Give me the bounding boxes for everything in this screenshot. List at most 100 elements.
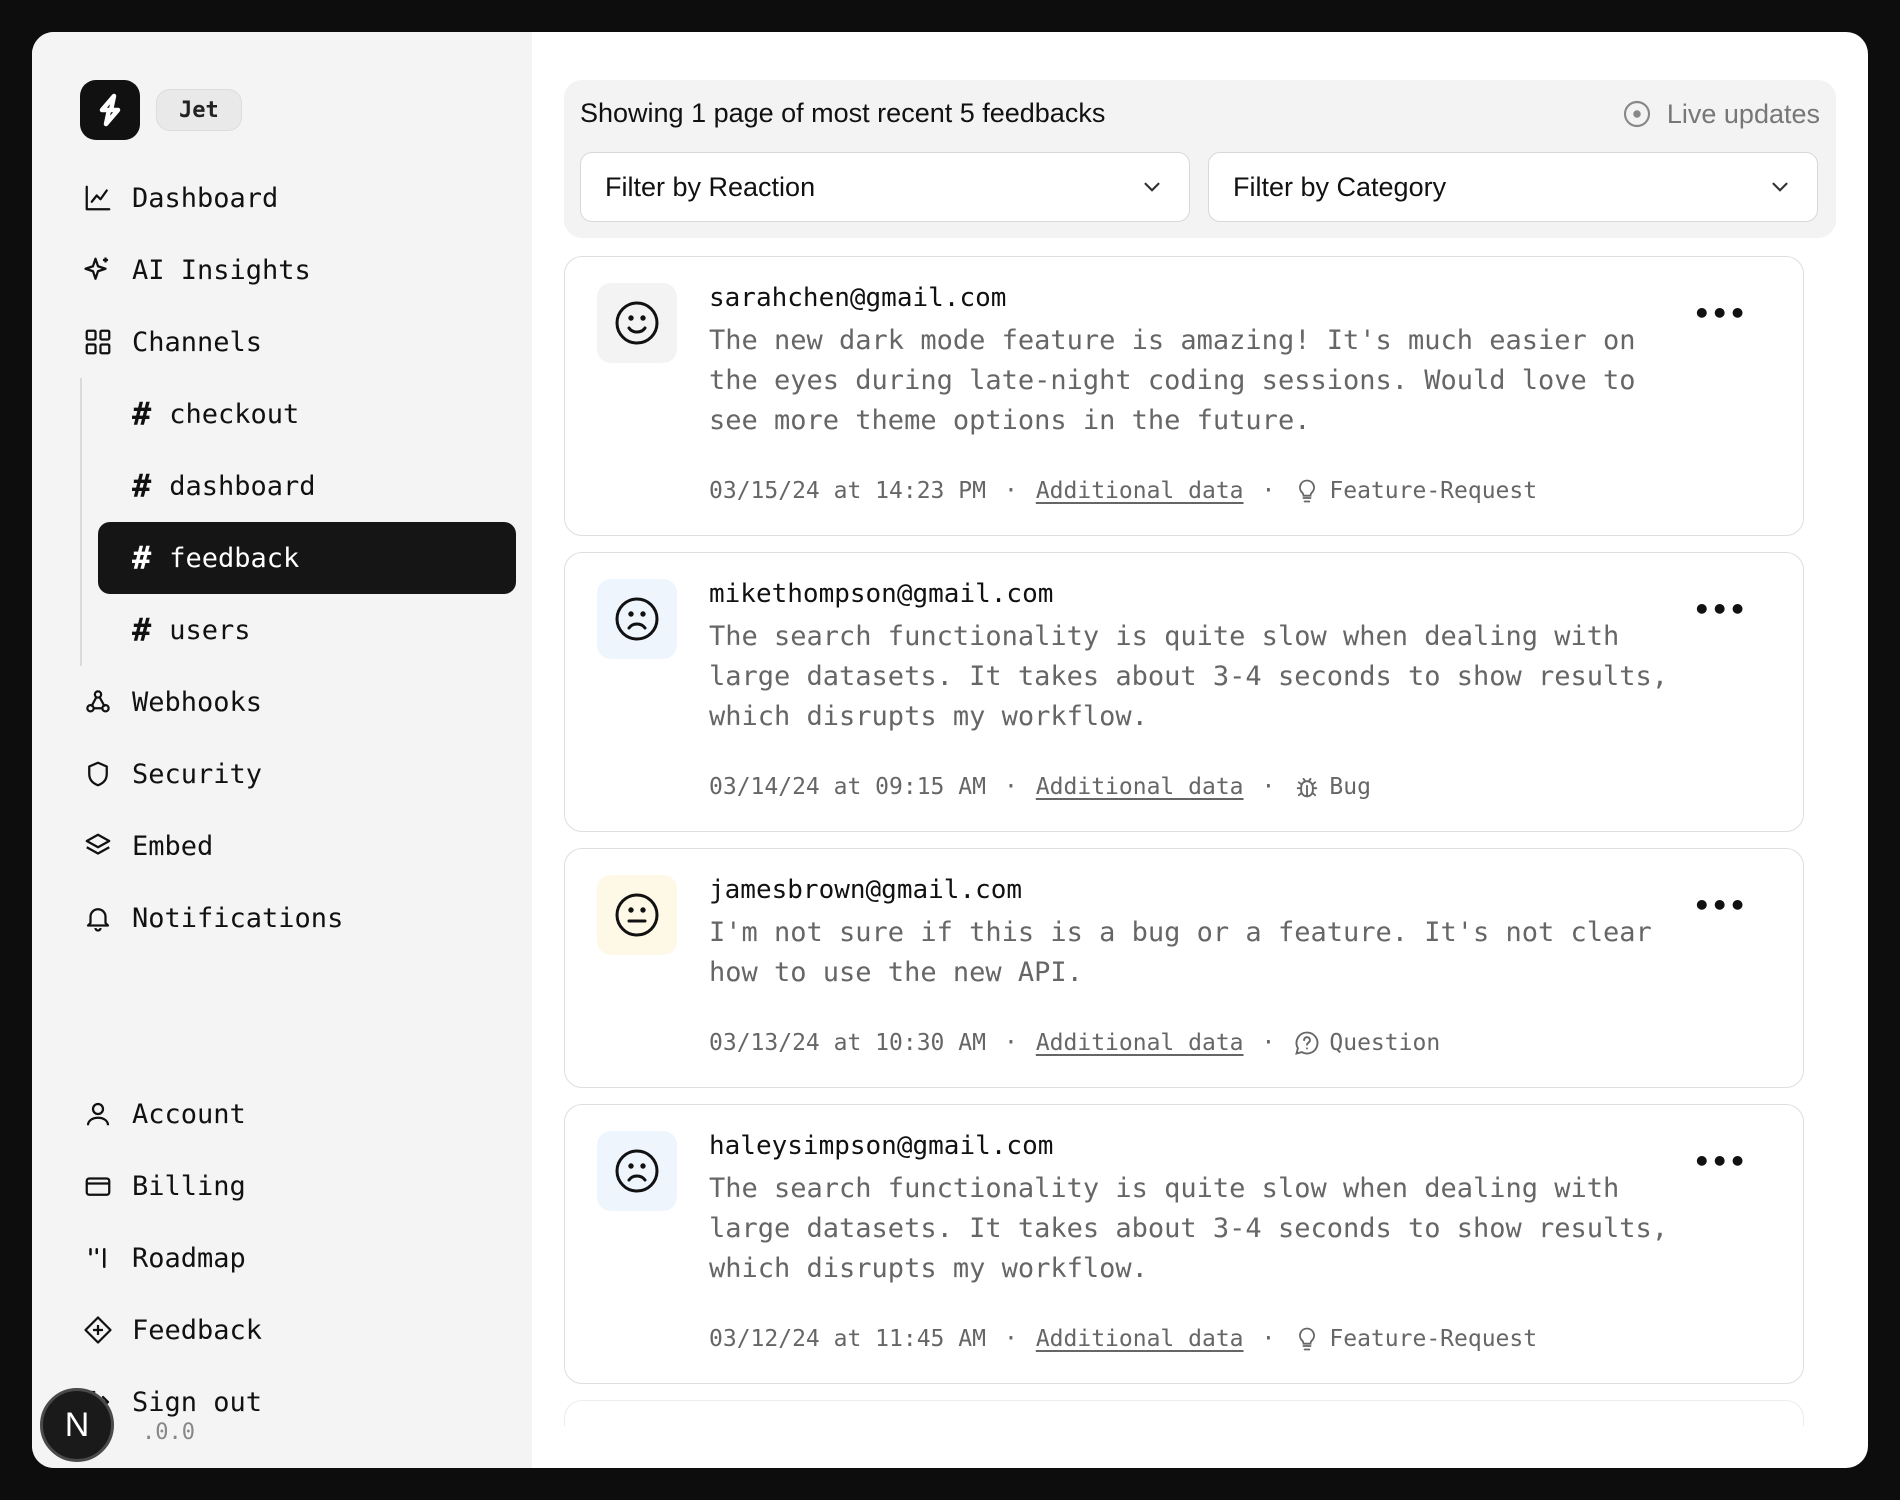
workspace-badge[interactable]: Jet — [156, 89, 242, 131]
brand: Jet — [80, 80, 242, 140]
happy-face-icon — [597, 283, 677, 363]
sidebar-item-label: Account — [132, 1098, 246, 1130]
live-updates-label: Live updates — [1666, 98, 1820, 129]
chart-line-icon — [82, 182, 114, 214]
sidebar-nav: Dashboard AI Insights Channels # checkou… — [80, 162, 516, 954]
sidebar-item-label: Webhooks — [132, 686, 263, 718]
feedback-meta: 03/12/24 at 11:45 AM · Additional data ·… — [709, 1325, 1537, 1353]
additional-data-link[interactable]: Additional data — [1036, 1326, 1244, 1352]
channel-checkout[interactable]: # checkout — [98, 378, 516, 450]
hash-icon: # — [132, 467, 152, 505]
lightbulb-icon — [1293, 477, 1321, 505]
more-options-icon[interactable]: ••• — [1693, 1145, 1747, 1178]
sidebar-item-billing[interactable]: Billing — [80, 1150, 516, 1222]
channel-label: dashboard — [169, 470, 316, 502]
live-updates-toggle[interactable]: Live updates — [1621, 98, 1820, 130]
version-label: .0.0 — [142, 1420, 195, 1445]
feedback-card[interactable]: sarahchen@gmail.com The new dark mode fe… — [564, 256, 1804, 536]
app-window: Jet Dashboard AI Insights Channels # che… — [32, 32, 1868, 1468]
feedback-timestamp: 03/15/24 at 14:23 PM — [709, 478, 986, 504]
channel-label: feedback — [169, 542, 300, 574]
sidebar-item-feedback[interactable]: Feedback — [80, 1294, 516, 1366]
sidebar-item-label: Embed — [132, 830, 214, 862]
sidebar-item-webhooks[interactable]: Webhooks — [80, 666, 516, 738]
sidebar-item-label: Feedback — [132, 1314, 263, 1346]
channel-users[interactable]: # users — [98, 594, 516, 666]
credit-card-icon — [82, 1170, 114, 1202]
separator: · — [1003, 1030, 1018, 1056]
sidebar-item-label: Notifications — [132, 902, 344, 934]
channel-dashboard[interactable]: # dashboard — [98, 450, 516, 522]
neutral-face-icon — [597, 875, 677, 955]
sidebar-item-label: AI Insights — [132, 254, 311, 286]
additional-data-link[interactable]: Additional data — [1036, 774, 1244, 800]
sparkles-icon — [82, 254, 114, 286]
feedback-card[interactable]: haleysimpson@gmail.com The search functi… — [564, 1104, 1804, 1384]
sad-face-icon — [597, 1131, 677, 1211]
sidebar-item-security[interactable]: Security — [80, 738, 516, 810]
sidebar-item-ai-insights[interactable]: AI Insights — [80, 234, 516, 306]
feedback-card[interactable]: jamesbrown@gmail.com I'm not sure if thi… — [564, 848, 1804, 1088]
feedback-message: The search functionality is quite slow w… — [709, 1173, 1669, 1284]
filter-reaction-label: Filter by Reaction — [605, 171, 816, 202]
separator: · — [1261, 1030, 1276, 1056]
feedback-message: The new dark mode feature is amazing! It… — [709, 325, 1636, 436]
more-options-icon[interactable]: ••• — [1693, 593, 1747, 626]
feedback-toolbar: Showing 1 page of most recent 5 feedback… — [564, 80, 1836, 238]
feedback-timestamp: 03/14/24 at 09:15 AM — [709, 774, 986, 800]
additional-data-link[interactable]: Additional data — [1036, 478, 1244, 504]
filter-category-select[interactable]: Filter by Category — [1208, 152, 1818, 222]
separator: · — [1003, 1326, 1018, 1352]
roadmap-icon — [82, 1242, 114, 1274]
chevron-down-icon — [1144, 182, 1160, 192]
feedback-card[interactable]: mikethompson@gmail.com The search functi… — [564, 552, 1804, 832]
sidebar-item-embed[interactable]: Embed — [80, 810, 516, 882]
hash-icon: # — [132, 611, 152, 649]
channel-rail — [80, 378, 82, 666]
separator: · — [1003, 478, 1018, 504]
channel-list: # checkout # dashboard # feedback # user… — [80, 378, 516, 666]
feedback-message: The search functionality is quite slow w… — [709, 621, 1669, 732]
filter-reaction-select[interactable]: Filter by Reaction — [580, 152, 1190, 222]
sidebar-item-channels[interactable]: Channels — [80, 306, 516, 378]
sidebar-item-label: Billing — [132, 1170, 246, 1202]
sidebar-item-dashboard[interactable]: Dashboard — [80, 162, 516, 234]
shield-icon — [82, 758, 114, 790]
sidebar-item-account[interactable]: Account — [80, 1078, 516, 1150]
hash-icon: # — [132, 539, 152, 577]
feedback-meta: 03/15/24 at 14:23 PM · Additional data ·… — [709, 477, 1537, 505]
feedback-card-partial[interactable] — [564, 1400, 1804, 1426]
channel-feedback[interactable]: # feedback — [98, 522, 516, 594]
sidebar-item-label: Security — [132, 758, 263, 790]
channel-label: users — [169, 614, 251, 646]
separator: · — [1003, 774, 1018, 800]
more-options-icon[interactable]: ••• — [1693, 297, 1747, 330]
diamond-plus-icon — [82, 1314, 114, 1346]
feedback-meta: 03/14/24 at 09:15 AM · Additional data ·… — [709, 773, 1371, 801]
logo-icon[interactable] — [80, 80, 140, 140]
sidebar-item-label: Dashboard — [132, 182, 279, 214]
additional-data-link[interactable]: Additional data — [1036, 1030, 1244, 1056]
feedback-timestamp: 03/13/24 at 10:30 AM — [709, 1030, 986, 1056]
feedback-category: Question — [1329, 1030, 1441, 1056]
sidebar-item-roadmap[interactable]: Roadmap — [80, 1222, 516, 1294]
sidebar-item-notifications[interactable]: Notifications — [80, 882, 516, 954]
live-indicator-icon — [1623, 100, 1650, 128]
bug-icon — [1293, 773, 1321, 801]
feedback-meta: 03/13/24 at 10:30 AM · Additional data ·… — [709, 1029, 1440, 1057]
separator: · — [1261, 1326, 1276, 1352]
sidebar-item-label: Channels — [132, 326, 263, 358]
webhook-icon — [82, 686, 114, 718]
feedback-email: jamesbrown@gmail.com — [709, 875, 1023, 905]
separator: · — [1261, 478, 1276, 504]
feedback-email: sarahchen@gmail.com — [709, 283, 1007, 313]
feedback-category: Feature-Request — [1329, 1326, 1538, 1352]
filter-category-label: Filter by Category — [1233, 171, 1447, 202]
dev-tools-badge[interactable]: N — [40, 1388, 114, 1462]
sidebar-item-label: Sign out — [132, 1386, 263, 1418]
user-icon — [82, 1098, 114, 1130]
feedback-category: Feature-Request — [1329, 478, 1538, 504]
more-options-icon[interactable]: ••• — [1693, 889, 1747, 922]
sidebar: Jet Dashboard AI Insights Channels # che… — [32, 32, 532, 1468]
feedback-email: mikethompson@gmail.com — [709, 579, 1054, 609]
